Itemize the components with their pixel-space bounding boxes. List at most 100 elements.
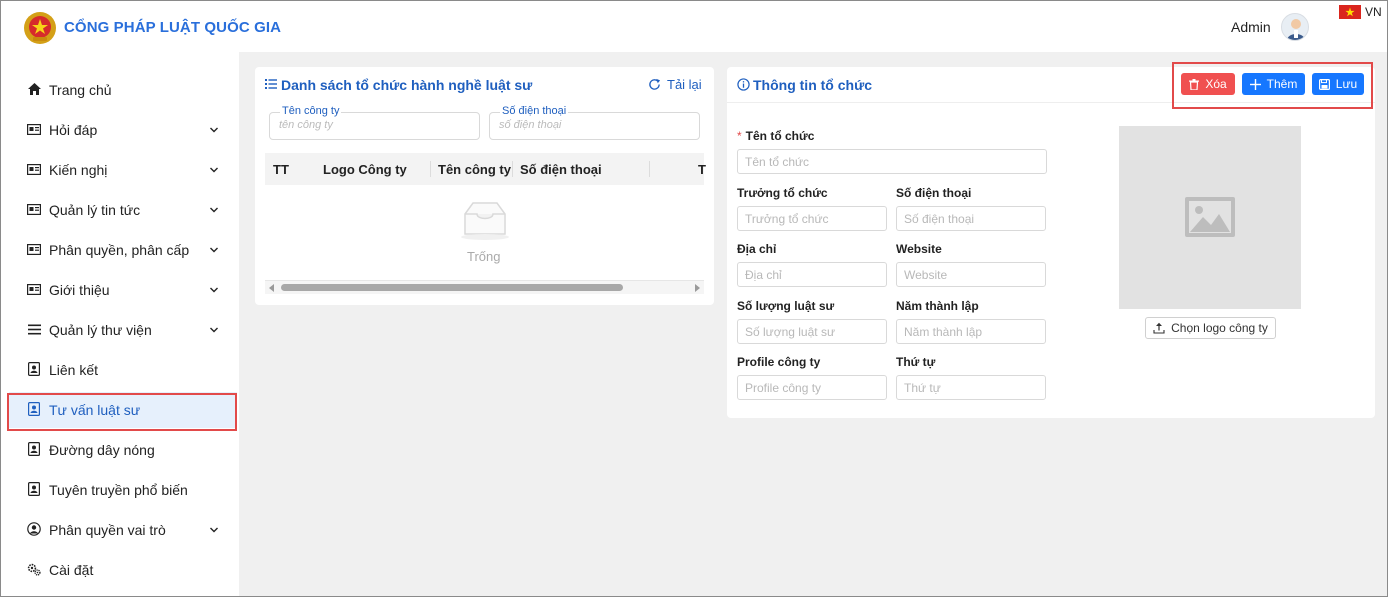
org-name-input[interactable] bbox=[738, 150, 1046, 173]
sidebar-item-label: Tuyên truyền phổ biến bbox=[49, 482, 188, 498]
sidebar-item-label: Cài đặt bbox=[49, 562, 94, 578]
column-header-logo[interactable]: Logo Công ty bbox=[323, 162, 407, 177]
menu-icon bbox=[27, 322, 41, 336]
reload-icon bbox=[649, 78, 661, 90]
chevron-down-icon[interactable] bbox=[209, 123, 219, 133]
lawyer-count-input[interactable] bbox=[738, 320, 886, 343]
company-name-filter[interactable]: Tên công ty bbox=[269, 105, 480, 140]
national-emblem-logo bbox=[24, 12, 56, 44]
detail-panel-title: Thông tin tổ chức bbox=[753, 77, 873, 93]
language-code[interactable]: VN bbox=[1365, 5, 1382, 19]
app-window: CỔNG PHÁP LUẬT QUỐC GIA Admin VN Trang c… bbox=[0, 0, 1388, 597]
sidebar-item-label: Quản lý thư viện bbox=[49, 322, 152, 338]
phone-label: Số điện thoại bbox=[896, 186, 972, 200]
phone-input[interactable] bbox=[897, 207, 1045, 230]
company-name-filter-label: Tên công ty bbox=[280, 105, 342, 117]
sidebar-item[interactable]: Liên kết bbox=[9, 352, 237, 388]
address-field[interactable] bbox=[737, 262, 887, 287]
column-header-truncated[interactable]: T bbox=[698, 162, 706, 177]
sidebar-item[interactable]: Kiến nghị bbox=[9, 152, 237, 188]
column-divider bbox=[430, 161, 431, 177]
order-input[interactable] bbox=[897, 376, 1045, 399]
table-header: TT Logo Công ty Tên công ty Số điện thoạ… bbox=[265, 153, 706, 185]
address-label: Địa chỉ bbox=[737, 242, 777, 256]
website-input[interactable] bbox=[897, 263, 1045, 286]
sidebar-item[interactable]: Cài đặt bbox=[9, 552, 237, 588]
column-divider bbox=[649, 161, 650, 177]
sidebar-item[interactable]: Phân quyền vai trò bbox=[9, 512, 237, 548]
founded-year-label: Năm thành lập bbox=[896, 299, 979, 313]
image-icon bbox=[1185, 197, 1235, 237]
user-avatar[interactable] bbox=[1281, 13, 1309, 41]
profile-label: Profile công ty bbox=[737, 355, 821, 369]
scroll-right-icon[interactable] bbox=[695, 284, 700, 292]
chevron-down-icon[interactable] bbox=[209, 323, 219, 333]
org-name-field[interactable] bbox=[737, 149, 1047, 174]
sidebar-item[interactable]: Đường dây nóng bbox=[9, 432, 237, 468]
logo-image-placeholder bbox=[1119, 126, 1301, 309]
horizontal-scrollbar[interactable] bbox=[265, 280, 704, 294]
sidebar-item[interactable]: Phân quyền, phân cấp bbox=[9, 232, 237, 268]
user-name[interactable]: Admin bbox=[1231, 19, 1271, 35]
empty-state-text: Trống bbox=[467, 249, 501, 264]
head-input[interactable] bbox=[738, 207, 886, 230]
sidebar-item[interactable]: Hỏi đáp bbox=[9, 112, 237, 148]
lawyer-count-field[interactable] bbox=[737, 319, 887, 344]
phone-filter[interactable]: Số điện thoại bbox=[489, 105, 700, 140]
choose-logo-button[interactable]: Chọn logo công ty bbox=[1145, 317, 1276, 339]
sidebar-item-label: Giới thiệu bbox=[49, 282, 110, 298]
sidebar-item-label: Phân quyền, phân cấp bbox=[49, 242, 190, 258]
head-field[interactable] bbox=[737, 206, 887, 231]
sidebar-item-label: Phân quyền vai trò bbox=[49, 522, 166, 538]
sidebar-item-label: Đường dây nóng bbox=[49, 442, 155, 458]
order-label: Thứ tự bbox=[896, 355, 936, 369]
column-header-phone[interactable]: Số điện thoại bbox=[520, 162, 602, 177]
chevron-down-icon[interactable] bbox=[209, 163, 219, 173]
founded-year-input[interactable] bbox=[897, 320, 1045, 343]
sidebar-item[interactable]: Giới thiệu bbox=[9, 272, 237, 308]
profile-input[interactable] bbox=[738, 376, 886, 399]
profile-field[interactable] bbox=[737, 375, 887, 400]
scroll-left-icon[interactable] bbox=[269, 284, 274, 292]
lawyer-count-label: Số lượng luật sư bbox=[737, 299, 835, 313]
website-field[interactable] bbox=[896, 262, 1046, 287]
scrollbar-thumb[interactable] bbox=[281, 284, 623, 291]
sidebar-item[interactable]: Quản lý tin tức bbox=[9, 192, 237, 228]
address-input[interactable] bbox=[738, 263, 886, 286]
phone-filter-input[interactable] bbox=[499, 119, 679, 131]
top-header: CỔNG PHÁP LUẬT QUỐC GIA Admin VN bbox=[1, 1, 1387, 52]
contact-icon bbox=[27, 482, 41, 496]
head-label: Trưởng tổ chức bbox=[737, 186, 828, 200]
phone-field[interactable] bbox=[896, 206, 1046, 231]
vietnam-flag-icon[interactable] bbox=[1339, 5, 1361, 19]
card-icon bbox=[27, 242, 41, 256]
required-asterisk: * bbox=[737, 129, 742, 143]
avatar-person-icon bbox=[1287, 19, 1305, 40]
org-name-label-text: Tên tổ chức bbox=[745, 129, 815, 143]
order-field[interactable] bbox=[896, 375, 1046, 400]
home-icon bbox=[27, 82, 41, 96]
reload-button[interactable]: Tải lại bbox=[648, 77, 702, 92]
chevron-down-icon[interactable] bbox=[209, 283, 219, 293]
sidebar-item[interactable]: Tuyên truyền phổ biến bbox=[9, 472, 237, 508]
sidebar-item-label: Hỏi đáp bbox=[49, 122, 98, 138]
sidebar: Trang chủ Hỏi đáp Kiến nghị Quản lý tin tức… bbox=[1, 52, 239, 596]
founded-year-field[interactable] bbox=[896, 319, 1046, 344]
list-panel-title: Danh sách tổ chức hành nghề luật sư bbox=[281, 77, 533, 93]
contact-icon bbox=[27, 362, 41, 376]
sidebar-item[interactable]: Quản lý thư viện bbox=[9, 312, 237, 348]
choose-logo-label: Chọn logo công ty bbox=[1171, 321, 1268, 335]
chevron-down-icon[interactable] bbox=[209, 523, 219, 533]
column-header-company-name[interactable]: Tên công ty bbox=[438, 162, 511, 177]
info-circle-icon bbox=[737, 78, 750, 91]
org-name-label: * Tên tổ chức bbox=[737, 129, 814, 143]
website-label: Website bbox=[896, 242, 942, 256]
chevron-down-icon[interactable] bbox=[209, 203, 219, 213]
column-header-tt[interactable]: TT bbox=[273, 162, 289, 177]
app-title[interactable]: CỔNG PHÁP LUẬT QUỐC GIA bbox=[64, 19, 281, 36]
sidebar-item[interactable]: Trang chủ bbox=[9, 72, 237, 108]
chevron-down-icon[interactable] bbox=[209, 243, 219, 253]
company-name-filter-input[interactable] bbox=[279, 119, 459, 131]
sidebar-item-label: Trang chủ bbox=[49, 82, 112, 98]
action-buttons-highlight-box bbox=[1172, 62, 1373, 109]
